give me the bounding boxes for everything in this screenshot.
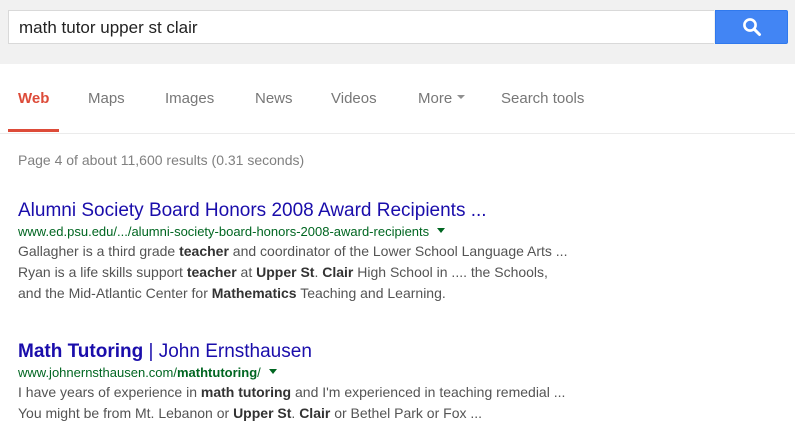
text-run: /: [257, 365, 261, 380]
highlighted-term: Clair: [322, 264, 354, 280]
search-button[interactable]: [715, 10, 788, 44]
tab-videos[interactable]: Videos: [331, 90, 377, 107]
text-run: I have years of experience in: [18, 384, 201, 400]
text-run: or Bethel Park or Fox ...: [330, 405, 483, 421]
tab-images[interactable]: Images: [165, 90, 214, 107]
search-nav: Web Maps Images News Videos More Search …: [0, 64, 795, 134]
result-snippet: Gallagher is a third grade teacher and c…: [18, 241, 638, 304]
highlighted-term: math tutoring: [200, 384, 292, 400]
text-run: at: [236, 264, 257, 280]
search-box[interactable]: [8, 10, 714, 44]
snippet-line: Gallagher is a third grade teacher and c…: [18, 241, 638, 262]
result-title-link[interactable]: Alumni Society Board Honors 2008 Award R…: [18, 199, 638, 222]
tab-maps[interactable]: Maps: [88, 90, 125, 107]
snippet-line: You might be from Mt. Lebanon or Upper S…: [18, 403, 638, 424]
highlighted-term: Upper St: [256, 264, 315, 280]
highlighted-term: Clair: [299, 405, 331, 421]
tab-more[interactable]: More: [418, 90, 466, 107]
text-run: and the Mid-Atlantic Center for: [18, 285, 212, 301]
text-run: and I'm experienced in teaching remedial…: [291, 384, 566, 400]
snippet-line: I have years of experience in math tutor…: [18, 382, 638, 403]
highlighted-term: Mathematics: [211, 285, 297, 301]
search-header: [0, 0, 795, 64]
text-run: Ryan is a life skills support: [18, 264, 187, 280]
tab-news[interactable]: News: [255, 90, 293, 107]
snippet-line: Ryan is a life skills support teacher at…: [18, 262, 638, 283]
text-run: and coordinator of the Lower School Lang…: [228, 243, 568, 259]
highlighted-term: teacher: [186, 264, 237, 280]
active-tab-indicator: [8, 129, 59, 132]
search-input[interactable]: [19, 17, 699, 39]
result-snippet: I have years of experience in math tutor…: [18, 382, 638, 424]
result-url-text: www.ed.psu.edu/.../alumni-society-board-…: [18, 224, 430, 239]
search-icon: [742, 18, 761, 36]
snippet-line: and the Mid-Atlantic Center for Mathemat…: [18, 283, 638, 304]
result-stats: Page 4 of about 11,600 results (0.31 sec…: [18, 152, 305, 168]
tab-more-label: More: [418, 90, 453, 107]
text-run: Gallagher is a third grade: [18, 243, 180, 259]
caret-down-icon[interactable]: [268, 369, 277, 375]
result-url-text: www.johnernsthausen.com/mathtutoring/: [18, 365, 261, 380]
tab-web[interactable]: Web: [18, 90, 49, 107]
text-run: You might be from Mt. Lebanon or: [18, 405, 234, 421]
search-result: Math Tutoring | John Ernsthausen www.joh…: [18, 340, 638, 424]
text-run: www.johnernsthausen.com/: [18, 365, 177, 380]
caret-down-icon[interactable]: [437, 228, 446, 234]
highlighted-term: teacher: [179, 243, 229, 259]
text-run: Teaching and Learning.: [296, 285, 446, 301]
search-result: Alumni Society Board Honors 2008 Award R…: [18, 199, 638, 304]
highlighted-term: Math Tutoring: [18, 341, 144, 362]
highlighted-term: Upper St: [233, 405, 292, 421]
result-url: www.johnernsthausen.com/mathtutoring/: [18, 364, 638, 382]
result-title-link[interactable]: Math Tutoring | John Ernsthausen: [18, 340, 638, 363]
tab-search-tools[interactable]: Search tools: [501, 90, 584, 107]
chevron-down-icon: [457, 95, 466, 100]
highlighted-term: mathtutoring: [176, 365, 258, 380]
text-run: High School in .... the Schools,: [353, 264, 548, 280]
text-run: | John Ernsthausen: [143, 341, 312, 362]
result-url: www.ed.psu.edu/.../alumni-society-board-…: [18, 223, 638, 241]
